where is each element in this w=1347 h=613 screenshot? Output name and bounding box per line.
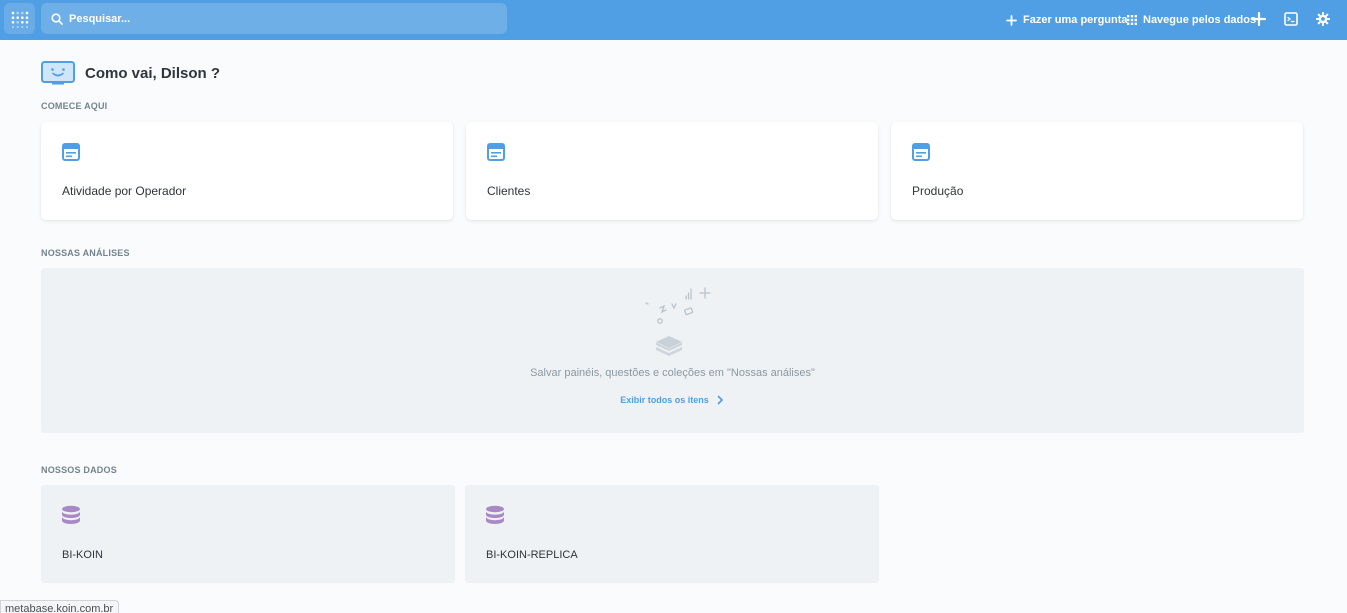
empty-collection-illustration-icon [645, 287, 711, 356]
search-input[interactable] [69, 12, 469, 25]
database-card-bi-koin-replica[interactable]: BI-KOIN-REPLICA [465, 485, 879, 583]
start-card-title: Atividade por Operador [62, 184, 187, 198]
metabase-logo-icon [11, 11, 28, 28]
database-name: BI-KOIN [62, 549, 103, 561]
plus-icon [1006, 14, 1017, 26]
chevron-right-icon [717, 395, 723, 405]
greeting-text: Como vai, Dilson ? [85, 64, 221, 82]
our-analytics-empty-state: Salvar painéis, questões e coleções em "… [41, 268, 1304, 433]
settings-button[interactable] [1315, 11, 1331, 27]
start-here-label: COMECE AQUI [41, 101, 108, 111]
dashboard-icon [487, 143, 505, 161]
our-analytics-label: NOSSAS ANÁLISES [41, 248, 130, 258]
search-bar[interactable] [41, 3, 507, 34]
database-name: BI-KOIN-REPLICA [486, 549, 578, 561]
ask-question-label: Fazer uma pergunta [1023, 14, 1128, 26]
dashboard-icon [912, 143, 930, 161]
start-card-atividade[interactable]: Atividade por Operador [41, 122, 453, 220]
our-data-label: NOSSOS DADOS [41, 465, 117, 475]
sql-editor-button[interactable] [1283, 11, 1299, 27]
database-icon [486, 505, 504, 524]
smiling-monitor-icon [41, 61, 75, 85]
start-card-producao[interactable]: Produção [891, 122, 1303, 220]
search-icon [51, 12, 63, 25]
start-card-clientes[interactable]: Clientes [466, 122, 878, 220]
view-all-items-label: Exibir todos os itens [620, 395, 709, 405]
browse-data-label: Navegue pelos dados [1143, 14, 1257, 26]
browse-data-button[interactable]: Navegue pelos dados [1127, 0, 1256, 40]
empty-state-text: Salvar painéis, questões e coleções em "… [530, 367, 815, 379]
ask-question-button[interactable]: Fazer uma pergunta [1006, 0, 1128, 40]
browser-status-url: metabase.koin.com.br [0, 600, 120, 613]
view-all-items-link[interactable]: Exibir todos os itens [41, 395, 1304, 405]
greeting: Como vai, Dilson ? [41, 61, 220, 85]
grid-icon [1127, 15, 1137, 25]
new-button[interactable] [1251, 11, 1267, 27]
dashboard-icon [62, 143, 80, 161]
database-icon [62, 505, 80, 524]
start-card-title: Produção [912, 184, 964, 198]
plus-icon [1252, 12, 1266, 26]
terminal-icon [1284, 12, 1298, 26]
database-card-bi-koin[interactable]: BI-KOIN [41, 485, 455, 583]
start-card-title: Clientes [487, 184, 531, 198]
metabase-logo[interactable] [4, 3, 35, 34]
top-navbar: Fazer uma pergunta Navegue pelos dados [0, 0, 1347, 40]
gear-icon [1316, 12, 1330, 26]
